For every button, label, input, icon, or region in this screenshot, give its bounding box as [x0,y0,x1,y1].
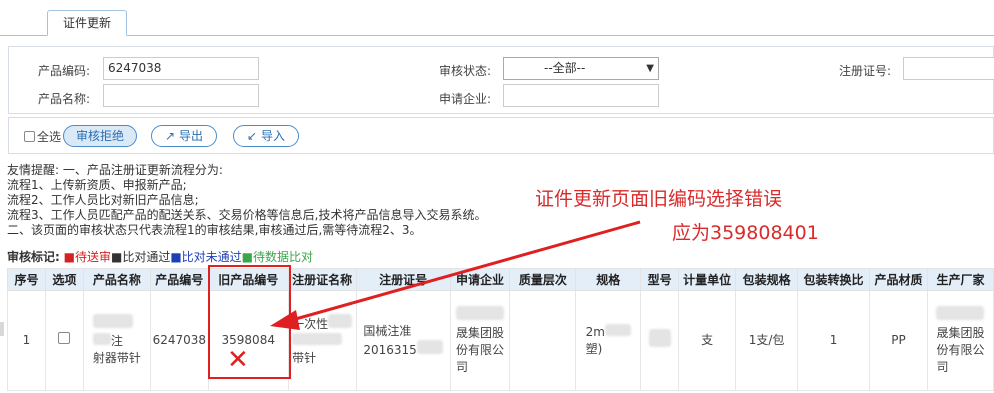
scroll-handle[interactable] [0,322,4,336]
annotation-arrow-icon [270,220,641,330]
